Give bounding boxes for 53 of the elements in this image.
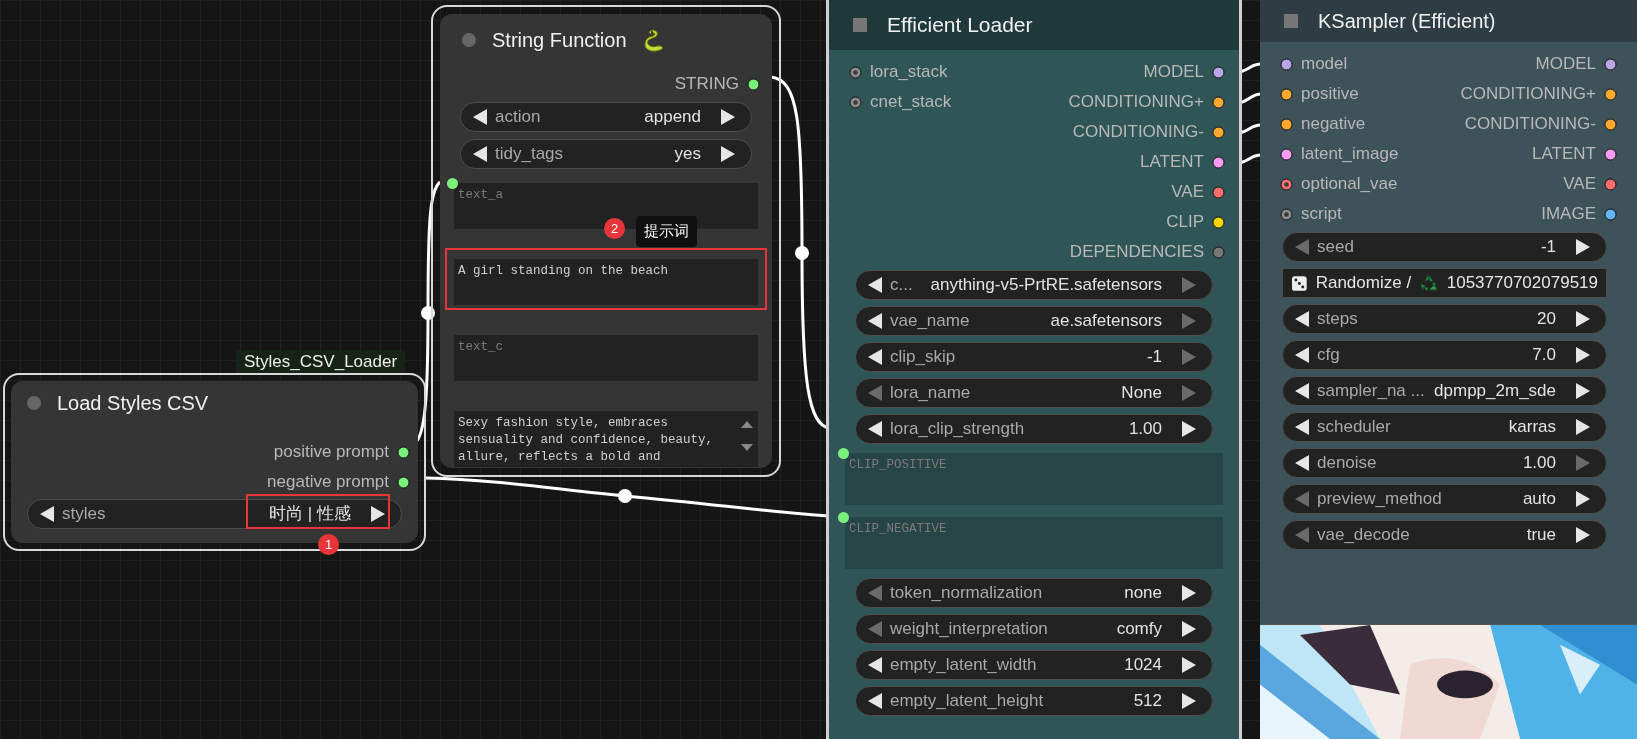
output-slot-label: CONDITIONING- bbox=[1072, 121, 1204, 144]
output-slot-label: CONDITIONING- bbox=[1464, 113, 1596, 136]
seed-control-button[interactable]: Randomize / 1053770702079519 bbox=[1282, 268, 1607, 298]
combo-widget[interactable]: action append bbox=[460, 102, 752, 132]
input-slot-label: latent_image bbox=[1301, 143, 1399, 166]
node-title: Efficient Loader bbox=[887, 12, 1033, 39]
output-slot-label: CONDITIONING+ bbox=[1460, 83, 1596, 106]
combo-widget[interactable]: empty_latent_width 1024 bbox=[855, 650, 1213, 680]
input-slot-label: lora_stack bbox=[870, 61, 948, 84]
combo-widget[interactable]: weight_interpretation comfy bbox=[855, 614, 1213, 644]
output-slot-label: positive prompt bbox=[273, 441, 389, 464]
output-slot-label: VAE bbox=[1171, 181, 1204, 204]
input-slot-label: optional_vae bbox=[1301, 173, 1398, 196]
combo-widget[interactable]: clip_skip -1 bbox=[855, 342, 1213, 372]
node-title: KSampler (Efficient) bbox=[1318, 9, 1496, 34]
combo-widget[interactable]: lora_clip_strength 1.00 bbox=[855, 414, 1213, 444]
text-area[interactable]: A girl standing on the beach bbox=[454, 259, 758, 305]
combo-widget[interactable]: styles 时尚 | 性感 bbox=[27, 499, 402, 529]
combo-widget[interactable]: cfg 7.0 bbox=[1282, 340, 1607, 370]
text-area[interactable]: text_c bbox=[454, 335, 758, 381]
output-slot-label: LATENT bbox=[1532, 143, 1596, 166]
output-slot-label: CONDITIONING+ bbox=[1068, 91, 1204, 114]
combo-widget[interactable]: sampler_na ... dpmpp_2m_sde bbox=[1282, 376, 1607, 406]
output-slot-label: STRING bbox=[674, 73, 739, 96]
combo-widget[interactable]: c... anything-v5-PrtRE.safetensors bbox=[855, 270, 1213, 300]
combo-widget[interactable]: preview_method auto bbox=[1282, 484, 1607, 514]
combo-widget[interactable]: seed -1 bbox=[1282, 232, 1607, 262]
group-label: Styles_CSV_Loader bbox=[236, 350, 406, 374]
output-slot-label: IMAGE bbox=[1541, 203, 1596, 226]
output-slot-label: negative prompt bbox=[267, 471, 389, 494]
combo-widget[interactable]: scheduler karras bbox=[1282, 412, 1607, 442]
input-slot-label: positive bbox=[1301, 83, 1359, 106]
combo-widget[interactable]: token_normalization none bbox=[855, 578, 1213, 608]
text-area[interactable]: Sexy fashion style, embraces sensuality and confidence, beauty, allure, reflects a bold and bbox=[454, 411, 758, 467]
input-slot-label: cnet_stack bbox=[870, 91, 952, 114]
output-slot-label: LATENT bbox=[1140, 151, 1204, 174]
combo-widget[interactable]: vae_name ae.safetensors bbox=[855, 306, 1213, 336]
input-slot-label: script bbox=[1301, 203, 1342, 226]
input-slot-label: negative bbox=[1301, 113, 1366, 136]
combo-widget[interactable]: empty_latent_height 512 bbox=[855, 686, 1213, 716]
node-title: Load Styles CSV bbox=[57, 391, 209, 416]
output-slot-label: MODEL bbox=[1143, 61, 1204, 84]
combo-widget[interactable]: steps 20 bbox=[1282, 304, 1607, 334]
combo-widget[interactable]: denoise 1.00 bbox=[1282, 448, 1607, 478]
output-slot-label: DEPENDENCIES bbox=[1069, 241, 1204, 264]
output-slot-label: VAE bbox=[1563, 173, 1596, 196]
input-slot-label: model bbox=[1301, 53, 1348, 76]
tooltip: 提示词 bbox=[636, 216, 697, 247]
output-slot-label: CLIP bbox=[1166, 211, 1204, 234]
combo-widget[interactable]: vae_decode true bbox=[1282, 520, 1607, 550]
output-slot-label: MODEL bbox=[1535, 53, 1596, 76]
node-title: String Function bbox=[492, 28, 627, 53]
combo-widget[interactable]: tidy_tags yes bbox=[460, 139, 752, 169]
